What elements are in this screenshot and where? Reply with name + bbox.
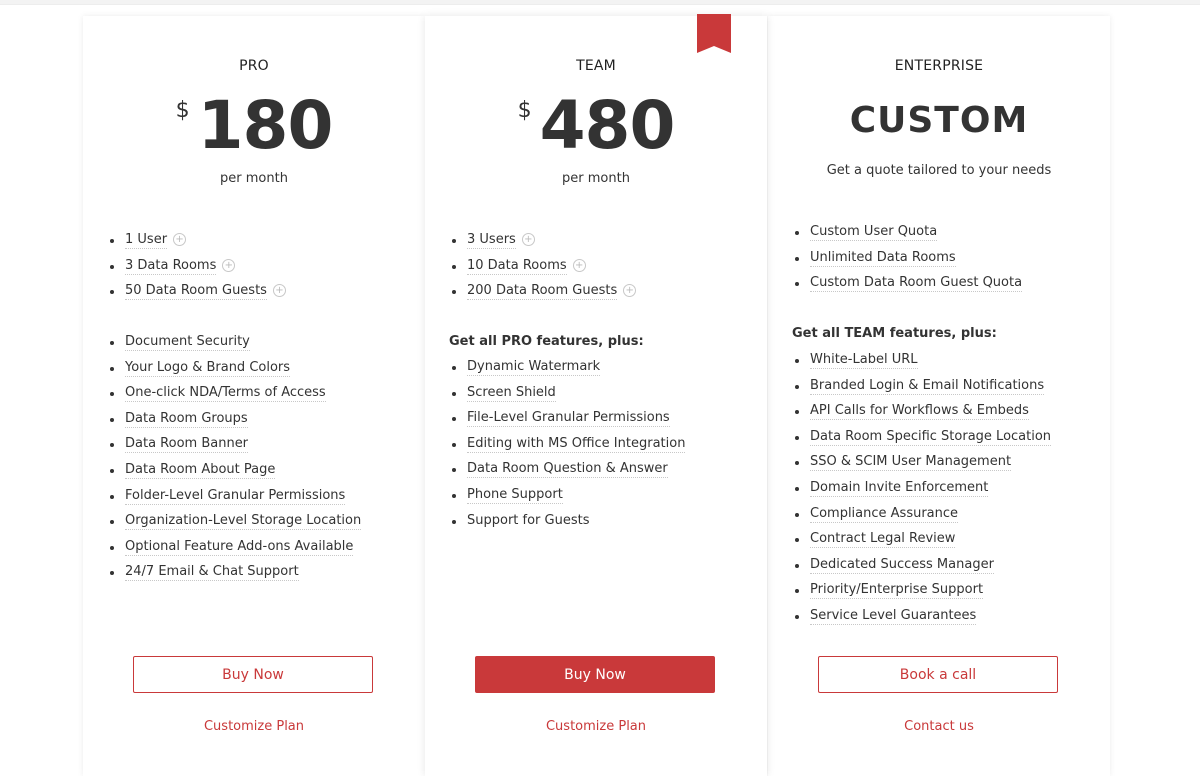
tagline: Get a quote tailored to your needs (826, 163, 1052, 178)
feature-item: Data Room Question & Answer (451, 459, 685, 485)
feature-list: White-Label URL Branded Login & Email No… (792, 350, 1052, 632)
quota-item: 3 Users + (451, 230, 636, 256)
quota-list: 1 User + 3 Data Rooms + 50 Data Room Guest… (107, 230, 286, 307)
customize-plan-link[interactable]: Customize Plan (425, 719, 767, 734)
plan-card-pro: PRO $180 per month 1 User + 3 Data Rooms +… (83, 16, 425, 776)
feature-item: Screen Shield (451, 383, 685, 409)
buy-now-button[interactable]: Buy Now (475, 656, 715, 693)
currency-symbol: $ (175, 98, 190, 123)
price: $480 (425, 86, 767, 166)
feature-item: Data Room About Page (109, 460, 361, 486)
feature-item: Your Logo & Brand Colors (109, 358, 361, 384)
feature-item: Editing with MS Office Integration (451, 434, 686, 460)
top-bar (0, 0, 1200, 5)
currency-symbol: $ (517, 98, 532, 123)
feature-item: Dynamic Watermark (451, 357, 685, 383)
quota-item: 10 Data Rooms + (451, 256, 636, 282)
price-custom: CUSTOM (849, 100, 1029, 141)
feature-item: Dedicated Success Manager (794, 555, 1051, 581)
feature-item: File-Level Granular Permissions (451, 408, 685, 434)
customize-plan-link[interactable]: Customize Plan (83, 719, 425, 734)
features-heading: Get all PRO features, plus: (449, 334, 644, 349)
feature-item: Priority/Enterprise Support (794, 580, 1051, 606)
add-icon[interactable]: + (173, 233, 187, 246)
plan-name: ENTERPRISE (894, 58, 984, 74)
feature-item: Folder-Level Granular Permissions (109, 486, 361, 512)
feature-item: Data Room Banner (109, 434, 361, 460)
add-icon[interactable]: + (572, 258, 586, 272)
bookmark-ribbon-icon (697, 14, 731, 53)
plan-card-enterprise: ENTERPRISE CUSTOM Get a quote tailored t… (768, 16, 1110, 776)
quota-item: 200 Data Room Guests + (451, 281, 637, 307)
feature-item: API Calls for Workflows & Embeds (794, 401, 1051, 427)
quota-list: Custom User Quota Unlimited Data Rooms C… (792, 222, 1023, 299)
buy-now-button[interactable]: Buy Now (133, 656, 373, 693)
features-heading: Get all TEAM features, plus: (792, 326, 997, 341)
feature-item: Data Room Specific Storage Location (794, 427, 1052, 453)
quota-list: 3 Users + 10 Data Rooms + 200 Data Room Gu… (449, 230, 637, 307)
feature-item: Service Level Guarantees (794, 606, 1051, 632)
feature-item: Compliance Assurance (794, 504, 1051, 530)
feature-item: Data Room Groups (109, 409, 361, 435)
feature-list: Dynamic Watermark Screen Shield File-Lev… (449, 357, 686, 537)
feature-item: Domain Invite Enforcement (794, 478, 1051, 504)
quota-item: Custom Data Room Guest Quota (794, 273, 1023, 299)
book-a-call-button[interactable]: Book a call (818, 656, 1058, 693)
feature-item: Phone Support (451, 485, 685, 511)
feature-item: Organization-Level Storage Location (109, 511, 362, 537)
quota-item: Custom User Quota (794, 222, 1022, 248)
feature-item: Support for Guests (451, 511, 685, 537)
contact-us-link[interactable]: Contact us (768, 719, 1110, 734)
feature-item: 24/7 Email & Chat Support (109, 562, 361, 588)
quota-item: Unlimited Data Rooms (794, 248, 1022, 274)
price-amount: 480 (539, 87, 676, 164)
quota-item: 1 User + (110, 230, 286, 256)
feature-item: SSO & SCIM User Management (794, 452, 1051, 478)
feature-item: Optional Feature Add-ons Available (109, 537, 361, 563)
feature-item: White-Label URL (794, 350, 1051, 376)
price-period: per month (220, 171, 288, 186)
add-icon[interactable]: + (272, 284, 286, 298)
quota-item: 50 Data Room Guests + (110, 281, 286, 307)
feature-item: Contract Legal Review (794, 529, 1051, 555)
quota-item: 3 Data Rooms + (110, 256, 286, 282)
feature-item: Branded Login & Email Notifications (794, 376, 1051, 402)
add-icon[interactable]: + (521, 233, 535, 246)
price-amount: 180 (197, 87, 334, 164)
plan-name: PRO (239, 58, 269, 74)
feature-list: Document Security Your Logo & Brand Colo… (107, 332, 362, 588)
plan-card-team: TEAM $480 per month 3 Users + 10 Data Roo… (425, 14, 767, 776)
plan-name: TEAM (576, 58, 616, 74)
feature-item: One-click NDA/Terms of Access (109, 383, 361, 409)
price-period: per month (562, 171, 630, 186)
price: $180 (83, 86, 425, 166)
add-icon[interactable]: + (623, 284, 637, 298)
feature-item: Document Security (109, 332, 361, 358)
add-icon[interactable]: + (222, 258, 236, 272)
